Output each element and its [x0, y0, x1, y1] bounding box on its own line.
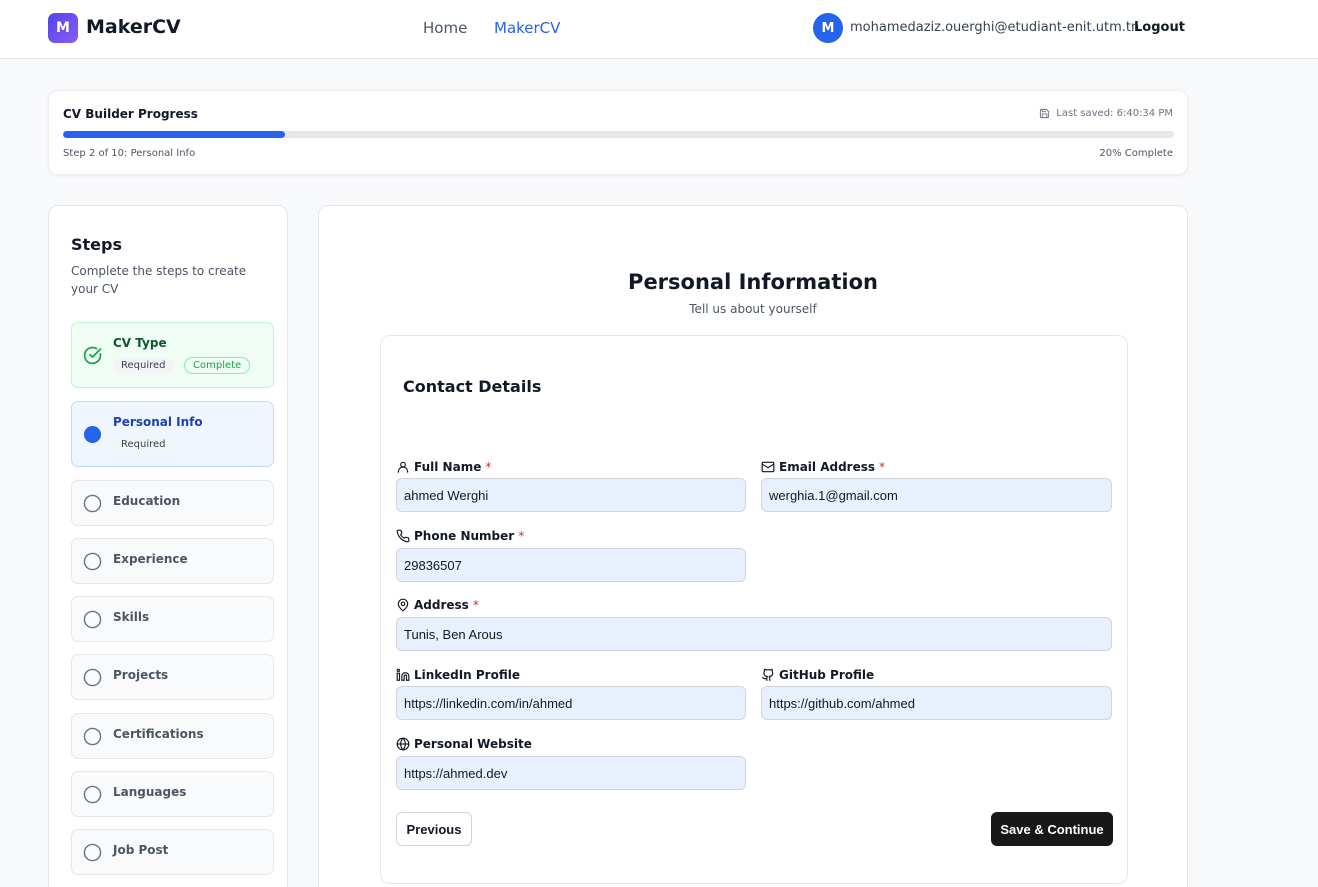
step-item-job-post[interactable]: Job Post: [71, 829, 274, 875]
circle-icon: [83, 552, 102, 571]
required-badge: Required: [113, 358, 174, 373]
github-input[interactable]: [761, 686, 1112, 720]
save-continue-button[interactable]: Save & Continue: [991, 812, 1113, 846]
step-item-experience[interactable]: Experience: [71, 538, 274, 584]
github-label-text: GitHub Profile: [779, 668, 875, 682]
linkedin-label: LinkedIn Profile: [396, 668, 520, 682]
user-avatar: M: [813, 13, 843, 43]
save-icon: [1040, 108, 1050, 119]
full-name-label-text: Full Name: [414, 460, 482, 474]
user-icon: [397, 461, 409, 473]
steps-subtitle: Complete the steps to create your CV: [71, 264, 247, 296]
step-item-cv-type[interactable]: CV Type Required Complete: [71, 322, 274, 388]
website-input[interactable]: [396, 756, 746, 790]
address-label-text: Address: [414, 598, 469, 612]
address-input[interactable]: [396, 617, 1112, 651]
page-title: Personal Information: [628, 270, 878, 294]
logo-icon[interactable]: M: [48, 13, 78, 43]
circle-icon: [83, 668, 102, 687]
step-label: Skills: [113, 610, 150, 624]
address-label: Address *: [396, 598, 479, 612]
progress-bar: [63, 131, 1174, 138]
circle-icon: [83, 727, 102, 746]
phone-input[interactable]: [396, 548, 746, 582]
main-form-card: Personal Information Tell us about yours…: [318, 205, 1188, 887]
step-label: Languages: [113, 785, 187, 799]
github-icon: [762, 668, 774, 681]
complete-badge: Complete: [184, 357, 251, 374]
progress-bar-fill: [63, 131, 286, 138]
mail-icon: [761, 461, 775, 473]
progress-percent: 20% Complete: [1099, 148, 1173, 159]
progress-card: CV Builder Progress Last saved: 6:40:34 …: [48, 90, 1188, 175]
step-item-projects[interactable]: Projects: [71, 654, 274, 700]
required-star: *: [879, 460, 886, 474]
section-title: Contact Details: [403, 377, 542, 396]
step-item-education[interactable]: Education: [71, 480, 274, 526]
linkedin-icon: [396, 668, 410, 681]
contact-details-card: Contact Details Full Name * Email Addres…: [380, 335, 1128, 884]
last-saved-text: Last saved: 6:40:34 PM: [1056, 108, 1173, 119]
step-label: Personal Info: [113, 415, 203, 429]
step-label: Projects: [113, 668, 169, 682]
step-label: Education: [113, 494, 181, 508]
required-star: *: [472, 598, 479, 612]
email-label: Email Address *: [761, 460, 885, 474]
nav-link-home[interactable]: Home: [423, 19, 467, 37]
page-subtitle: Tell us about yourself: [689, 302, 817, 316]
website-label-text: Personal Website: [414, 737, 532, 751]
step-item-skills[interactable]: Skills: [71, 596, 274, 642]
phone-label-text: Phone Number: [414, 529, 515, 543]
nav-link-makercv[interactable]: MakerCV: [494, 19, 560, 37]
email-label-text: Email Address: [779, 460, 876, 474]
required-star: *: [518, 529, 525, 543]
check-circle-icon: [83, 346, 102, 365]
required-star: *: [485, 460, 492, 474]
required-badge: Required: [113, 437, 174, 452]
phone-icon: [396, 529, 410, 543]
linkedin-input[interactable]: [396, 686, 746, 720]
map-pin-icon: [397, 598, 409, 612]
linkedin-label-text: LinkedIn Profile: [414, 668, 520, 682]
progress-title: CV Builder Progress: [63, 107, 198, 121]
step-label: Experience: [113, 552, 188, 566]
progress-step-text: Step 2 of 10: Personal Info: [63, 148, 196, 159]
active-dot-icon: [83, 425, 102, 444]
circle-icon: [83, 610, 102, 629]
circle-icon: [83, 494, 102, 513]
steps-title: Steps: [71, 235, 122, 254]
top-navbar: M MakerCV Home MakerCV M mohamedaziz.oue…: [0, 0, 1318, 59]
full-name-input[interactable]: [396, 478, 746, 512]
user-email: mohamedaziz.ouerghi@etudiant-enit.utm.tn: [850, 20, 1140, 35]
phone-label: Phone Number *: [396, 529, 524, 543]
email-input[interactable]: [761, 478, 1112, 512]
circle-icon: [83, 785, 102, 804]
globe-icon: [396, 737, 410, 751]
brand-name[interactable]: MakerCV: [86, 16, 181, 38]
step-item-personal-info[interactable]: Personal Info Required: [71, 401, 274, 467]
github-label: GitHub Profile: [761, 668, 874, 682]
logout-button[interactable]: Logout: [1134, 20, 1185, 35]
website-label: Personal Website: [396, 737, 532, 751]
step-item-certifications[interactable]: Certifications: [71, 713, 274, 759]
steps-sidebar: Steps Complete the steps to create your …: [48, 205, 288, 887]
step-item-languages[interactable]: Languages: [71, 771, 274, 817]
circle-icon: [83, 843, 102, 862]
last-saved: Last saved: 6:40:34 PM: [1039, 108, 1173, 119]
previous-button[interactable]: Previous: [396, 812, 472, 846]
full-name-label: Full Name *: [396, 460, 491, 474]
step-label: Job Post: [113, 843, 169, 857]
step-label: Certifications: [113, 727, 204, 741]
step-label: CV Type: [113, 336, 167, 350]
